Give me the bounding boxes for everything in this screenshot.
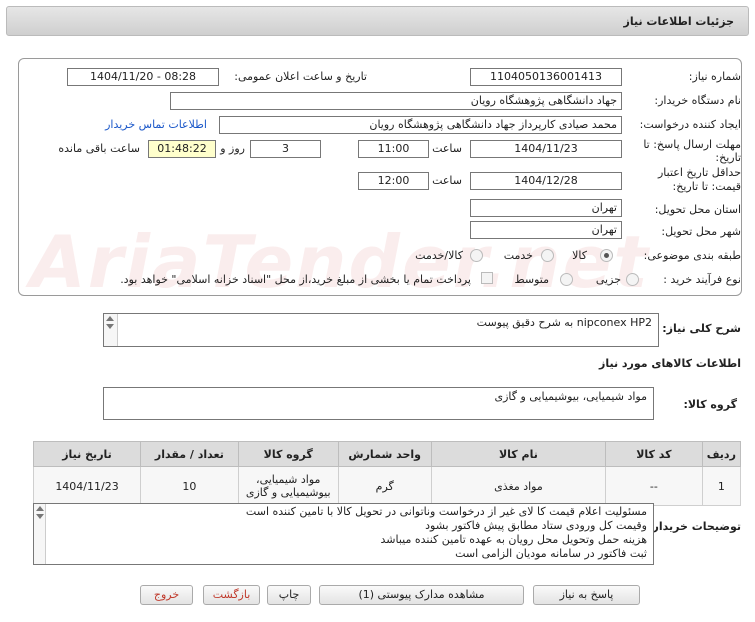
validity-time-word: ساعت: [432, 174, 462, 187]
goods-group-label: گروه کالا:: [683, 398, 737, 411]
back-button[interactable]: بازگشت: [203, 585, 260, 605]
cell-qty: 10: [140, 466, 239, 506]
validity-time-field[interactable]: 12:00: [358, 172, 429, 190]
summary-scrollbar[interactable]: [104, 314, 118, 346]
category-option-service: خدمت: [503, 249, 533, 262]
exit-button[interactable]: خروج: [140, 585, 193, 605]
remaining-days-field[interactable]: 3: [250, 140, 321, 158]
items-table: ردیف کد کالا نام کالا واحد شمارش گروه کا…: [32, 441, 742, 506]
process-radio-medium[interactable]: [560, 273, 573, 286]
goods-group-field[interactable]: مواد شیمیایی، بیوشیمیایی و گازی: [103, 387, 654, 420]
need-number-label: شماره نیاز:: [688, 70, 741, 83]
deadline-time-field[interactable]: 11:00: [358, 140, 429, 158]
print-button[interactable]: چاپ: [267, 585, 311, 605]
cell-code: --: [605, 466, 703, 506]
need-summary-label: شرح کلی نیاز:: [662, 322, 741, 335]
deadline-time-word: ساعت: [432, 142, 462, 155]
cell-unit: گرم: [337, 466, 432, 506]
category-option-goods-service: کالا/خدمت: [415, 249, 463, 262]
page-title-bar: جزئیات اطلاعات نیاز: [6, 6, 749, 36]
requester-field[interactable]: محمد صیادی کارپرداز جهاد دانشگاهی پژوهشگ…: [219, 116, 622, 134]
view-attachments-button[interactable]: مشاهده مدارک پیوستی (1): [319, 585, 524, 605]
col-header-unit: واحد شمارش: [337, 441, 432, 467]
col-header-date: تاریخ نیاز: [32, 441, 142, 467]
notes-scrollbar[interactable]: [34, 504, 46, 564]
treasury-payment-note: پرداخت تمام یا بخشی از مبلغ خرید،از محل …: [120, 273, 471, 286]
category-option-goods: کالا: [572, 249, 587, 262]
announce-datetime-label: تاریخ و ساعت اعلان عمومی:: [234, 70, 367, 83]
requester-label: ایجاد کننده درخواست:: [639, 118, 741, 131]
deadline-label-line2: تاریخ:: [715, 151, 741, 164]
process-option-minor: جزیی: [595, 273, 621, 286]
validity-label-line1: حداقل تاریخ اعتبار: [657, 166, 741, 179]
deadline-label-line1: مهلت ارسال پاسخ: تا: [643, 138, 741, 151]
city-label: شهر محل تحویل:: [661, 225, 741, 238]
category-radio-service[interactable]: [541, 249, 554, 262]
goods-group-text: مواد شیمیایی، بیوشیمیایی و گازی: [494, 390, 647, 403]
table-row[interactable]: 1 -- مواد مغذی گرم مواد شیمیایی، بیوشیمی…: [32, 466, 742, 506]
col-header-code: کد کالا: [605, 441, 703, 467]
notes-line-3: هزینه حمل وتحویل محل رویان به عهده تامین…: [380, 533, 647, 546]
cell-date: 1404/11/23: [32, 466, 142, 506]
category-radio-goods-service[interactable]: [470, 249, 483, 262]
remaining-time-word: ساعت باقی مانده: [58, 142, 140, 155]
items-table-header: ردیف کد کالا نام کالا واحد شمارش گروه کا…: [32, 441, 742, 467]
need-number-field[interactable]: 1104050136001413: [470, 68, 622, 86]
province-field[interactable]: تهران: [470, 199, 622, 217]
notes-line-2: وقیمت کل ورودی ستاد مطابق پیش فاکتور بشو…: [425, 519, 647, 532]
buyer-notes-label-line1: توضیحات خریدار:: [648, 520, 741, 533]
buyer-org-field[interactable]: جهاد دانشگاهی پژوهشگاه رویان: [170, 92, 622, 110]
process-type-label: نوع فرآیند خرید :: [663, 273, 741, 286]
buyer-contact-link[interactable]: اطلاعات تماس خریدار: [105, 118, 207, 131]
notes-line-4: ثبت فاکتور در سامانه مودیان الزامی است: [455, 547, 647, 560]
col-header-qty: تعداد / مقدار: [140, 441, 239, 467]
announce-datetime-field[interactable]: 1404/11/20 - 08:28: [67, 68, 219, 86]
buyer-notes-textarea[interactable]: مسئولیت اعلام قیمت کا لای غیر از درخواست…: [33, 503, 654, 565]
days-word: روز و: [220, 142, 245, 155]
need-summary-textarea[interactable]: nipconex HP2 به شرح دقیق پیوست: [103, 313, 659, 347]
page-title: جزئیات اطلاعات نیاز: [623, 15, 735, 28]
category-label: طبقه بندی موضوعی:: [643, 249, 741, 262]
need-summary-text: nipconex HP2 به شرح دقیق پیوست: [476, 316, 652, 329]
cell-name: مواد مغذی: [430, 466, 607, 506]
reply-button[interactable]: پاسخ به نیاز: [533, 585, 640, 605]
col-header-row: ردیف: [701, 441, 742, 467]
process-option-medium: متوسط: [514, 273, 549, 286]
remaining-time-field[interactable]: 01:48:22: [148, 140, 216, 158]
validity-label-line2: قیمت: تا تاریخ:: [672, 180, 741, 193]
items-section-heading: اطلاعات کالاهای مورد نیاز: [599, 357, 741, 370]
category-radio-goods[interactable]: [600, 249, 613, 262]
treasury-payment-checkbox[interactable]: [481, 272, 493, 284]
cell-group: مواد شیمیایی، بیوشیمیایی و گازی: [237, 466, 339, 506]
col-header-name: نام کالا: [430, 441, 607, 467]
deadline-date-field[interactable]: 1404/11/23: [470, 140, 622, 158]
col-header-group: گروه کالا: [237, 441, 339, 467]
cell-row: 1: [701, 466, 742, 506]
buyer-org-label: نام دستگاه خریدار:: [654, 94, 741, 107]
city-field[interactable]: تهران: [470, 221, 622, 239]
process-radio-minor[interactable]: [626, 273, 639, 286]
province-label: استان محل تحویل:: [654, 203, 741, 216]
validity-date-field[interactable]: 1404/12/28: [470, 172, 622, 190]
notes-line-1: مسئولیت اعلام قیمت کا لای غیر از درخواست…: [245, 505, 647, 518]
